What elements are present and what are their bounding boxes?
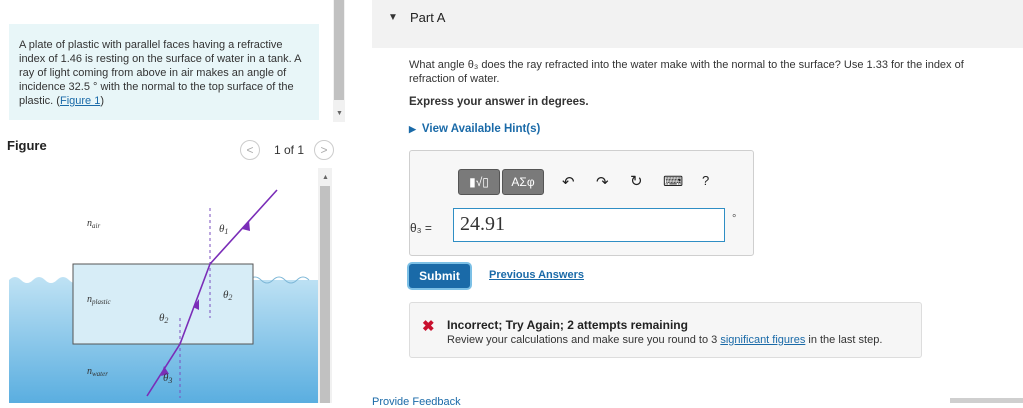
- feedback-message-suffix: in the last step.: [805, 334, 883, 346]
- keyboard-icon[interactable]: ⌨: [663, 173, 683, 190]
- theta1-label: θ1: [219, 223, 228, 236]
- collapse-triangle-icon[interactable]: ▼: [388, 12, 398, 23]
- answer-box: ▮√▯ ΑΣφ ↶ ↷ ↻ ⌨ ? θ₃ = 24.91: [409, 150, 754, 256]
- answer-instructions: Express your answer in degrees.: [409, 96, 589, 108]
- part-title: Part A: [410, 10, 446, 25]
- problem-text-close: ): [100, 95, 104, 107]
- scroll-down-icon[interactable]: ▼: [336, 110, 343, 117]
- question-text: What angle θ₃ does the ray refracted int…: [409, 59, 964, 85]
- figure-scrollbar[interactable]: ▲: [318, 168, 332, 403]
- unit-label: °: [732, 213, 737, 225]
- help-icon[interactable]: ?: [702, 173, 709, 188]
- provide-feedback-link[interactable]: Provide Feedback: [372, 396, 461, 408]
- reset-icon[interactable]: ↻: [630, 172, 643, 190]
- significant-figures-link[interactable]: significant figures: [720, 334, 805, 346]
- undo-icon[interactable]: ↶: [562, 173, 575, 191]
- problem-statement: A plate of plastic with parallel faces h…: [9, 24, 319, 120]
- next-figure-button[interactable]: >: [314, 140, 334, 160]
- figure-title: Figure: [7, 138, 47, 153]
- corner-scroll-indicator: [950, 398, 1023, 403]
- feedback-message: Review your calculations and make sure y…: [447, 334, 882, 346]
- incorrect-icon: ✖: [422, 318, 435, 335]
- hint-triangle-icon: ▶: [409, 124, 416, 134]
- feedback-box: ✖ Incorrect; Try Again; 2 attempts remai…: [409, 302, 922, 358]
- answer-variable-label: θ₃ =: [410, 221, 432, 235]
- figure-count: 1 of 1: [274, 143, 305, 157]
- n-air-label: nair: [87, 218, 100, 230]
- templates-button[interactable]: ▮√▯: [458, 169, 500, 195]
- problem-scrollbar[interactable]: ▼: [333, 0, 345, 122]
- problem-scrollbar-thumb[interactable]: [334, 0, 344, 100]
- hints-label: View Available Hint(s): [421, 123, 541, 135]
- figure-scrollbar-thumb[interactable]: [320, 186, 330, 403]
- symbols-button[interactable]: ΑΣφ: [502, 169, 544, 195]
- view-hints-link[interactable]: ▶ View Available Hint(s): [409, 123, 540, 135]
- redo-icon[interactable]: ↷: [596, 173, 609, 191]
- part-header[interactable]: ▼ Part A: [372, 0, 1023, 48]
- variable-text: θ₃ =: [410, 221, 432, 235]
- previous-answers-link[interactable]: Previous Answers: [489, 269, 584, 281]
- figure-image: nair nplastic nwater θ1 θ2 θ2 θ3: [9, 168, 319, 403]
- feedback-message-prefix: Review your calculations and make sure y…: [447, 334, 721, 346]
- refraction-diagram: nair nplastic nwater θ1 θ2 θ2 θ3: [9, 189, 319, 403]
- left-panel: A plate of plastic with parallel faces h…: [0, 0, 345, 403]
- scroll-up-icon[interactable]: ▲: [322, 174, 329, 181]
- answer-input[interactable]: 24.91: [453, 208, 725, 242]
- right-panel: ▼ Part A What angle θ₃ does the ray refr…: [372, 0, 1023, 408]
- figure-link[interactable]: Figure 1: [60, 95, 100, 107]
- prev-figure-button[interactable]: <: [240, 140, 260, 160]
- submit-button[interactable]: Submit: [409, 264, 470, 288]
- ray-arrow-incident: [242, 220, 250, 231]
- feedback-title: Incorrect; Try Again; 2 attempts remaini…: [447, 318, 688, 332]
